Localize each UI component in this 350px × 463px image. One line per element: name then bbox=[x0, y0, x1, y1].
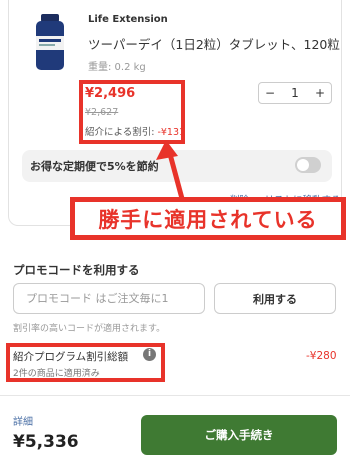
increase-quantity-button[interactable]: + bbox=[309, 86, 331, 100]
subscription-text: お得な定期便で5%を節約 bbox=[30, 160, 159, 173]
quantity-stepper: − 1 + bbox=[258, 82, 332, 104]
product-weight: 重量: 0.2 kg bbox=[88, 62, 146, 73]
quantity-value[interactable]: 1 bbox=[284, 86, 306, 100]
apply-promo-button[interactable]: 利用する bbox=[214, 283, 336, 314]
product-brand[interactable]: Life Extension bbox=[88, 14, 168, 25]
price-highlight-box bbox=[79, 80, 185, 144]
order-total: ¥5,336 bbox=[13, 432, 79, 452]
promo-code-input[interactable]: プロモコード はご注文毎に1 bbox=[13, 283, 205, 314]
subscription-toggle[interactable] bbox=[295, 157, 321, 173]
details-link[interactable]: 詳細 bbox=[13, 413, 33, 428]
product-image[interactable] bbox=[30, 12, 70, 72]
referral-amount: -¥280 bbox=[306, 350, 337, 362]
checkout-button[interactable]: ご購入手続き bbox=[141, 415, 337, 455]
promo-note: 割引率の高いコードが適用されます。 bbox=[13, 324, 166, 334]
referral-subtitle: 2件の商品に適用済み bbox=[13, 369, 100, 379]
referral-total-title: 紹介プログラム割引総額 bbox=[13, 351, 129, 363]
decrease-quantity-button[interactable]: − bbox=[259, 86, 281, 100]
product-name[interactable]: ツーパーデイ（1日2粒）タブレット、120粒 bbox=[88, 34, 340, 53]
info-icon[interactable]: i bbox=[143, 348, 156, 361]
annotation-banner: 勝手に適用されている bbox=[70, 197, 346, 240]
promo-section-title: プロモコードを利用する bbox=[13, 263, 140, 277]
